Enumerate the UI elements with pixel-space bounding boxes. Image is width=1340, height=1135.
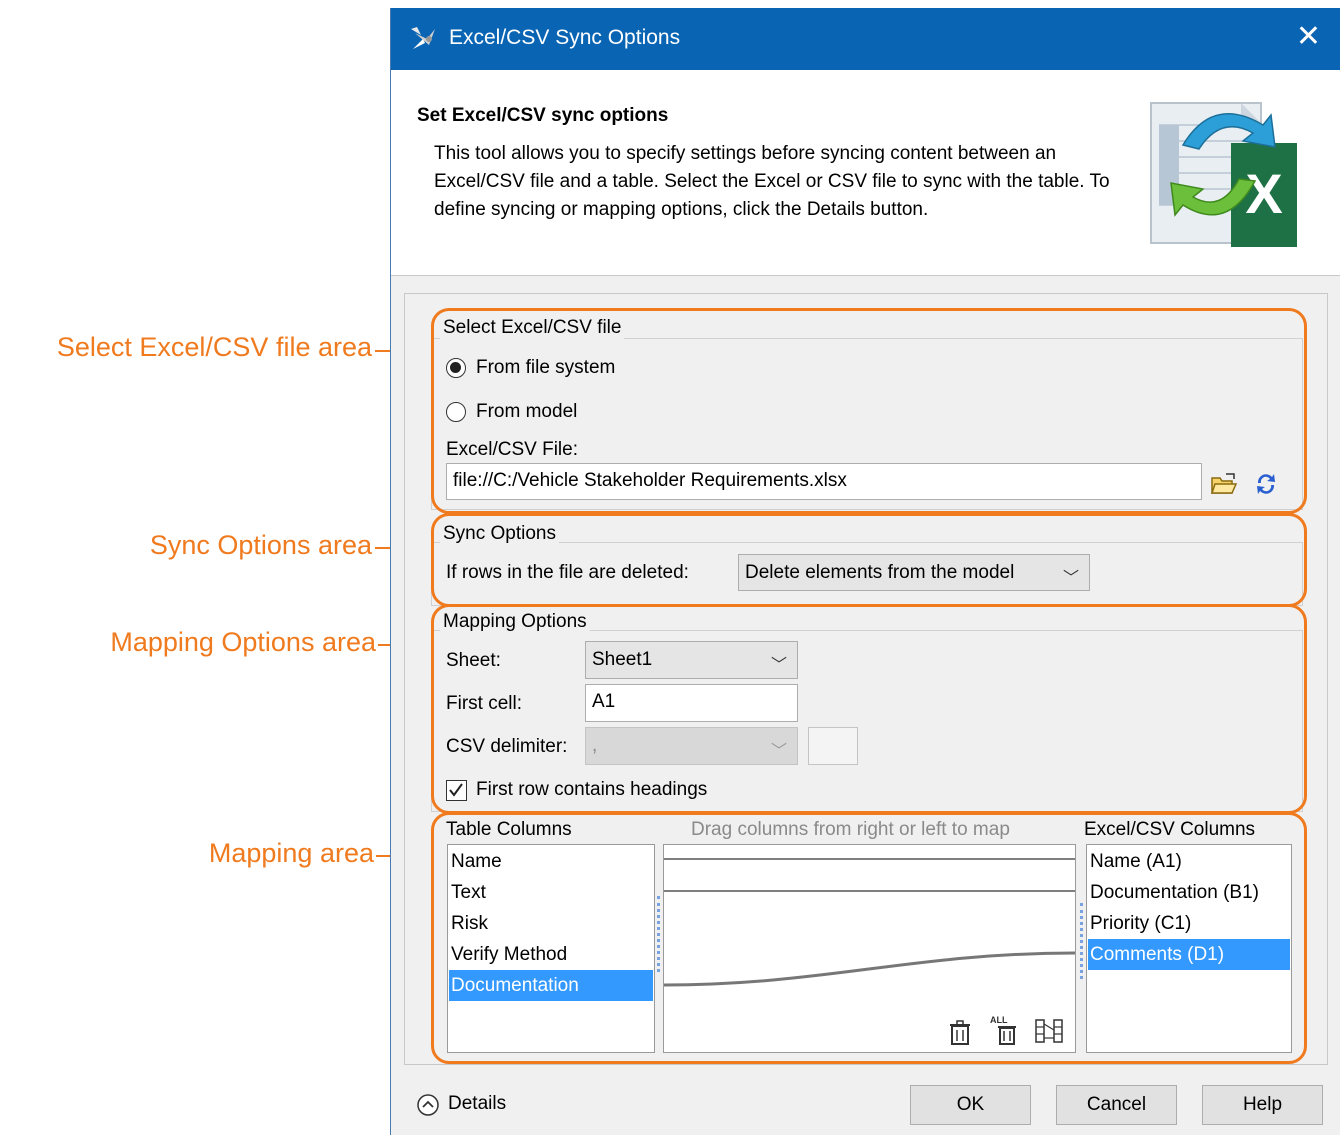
app-icon — [411, 27, 435, 49]
mapping-area-highlight — [431, 812, 1307, 1064]
callout-mapping-options-area: Mapping Options area — [110, 627, 376, 657]
callout-select-file-area: Select Excel/CSV file area — [56, 332, 372, 362]
callout-mapping-area: Mapping area — [208, 838, 374, 868]
select-file-area-highlight — [431, 308, 1307, 514]
callout-sync-options-area: Sync Options area — [149, 530, 372, 560]
header-title: Set Excel/CSV sync options — [417, 105, 669, 126]
dialog-header: Set Excel/CSV sync options This tool all… — [391, 70, 1340, 276]
window-title: Excel/CSV Sync Options — [449, 26, 681, 49]
sync-options-dialog: Excel/CSV Sync Options ✕ Set Excel/CSV s… — [390, 8, 1340, 1135]
excel-sync-icon: X — [1150, 102, 1297, 247]
mapping-options-area-highlight — [431, 604, 1307, 814]
header-description: This tool allows you to specify settings… — [434, 143, 1110, 220]
svg-text:X: X — [1245, 162, 1282, 225]
details-label[interactable]: Details — [448, 1093, 506, 1115]
cancel-button[interactable]: Cancel — [1056, 1085, 1177, 1125]
sync-options-area-highlight — [431, 513, 1307, 607]
title-bar: Excel/CSV Sync Options ✕ — [391, 8, 1340, 70]
ok-button[interactable]: OK — [910, 1085, 1031, 1125]
help-button[interactable]: Help — [1202, 1085, 1323, 1125]
close-icon[interactable]: ✕ — [1296, 20, 1321, 54]
chevron-up-circle-icon — [417, 1094, 439, 1116]
